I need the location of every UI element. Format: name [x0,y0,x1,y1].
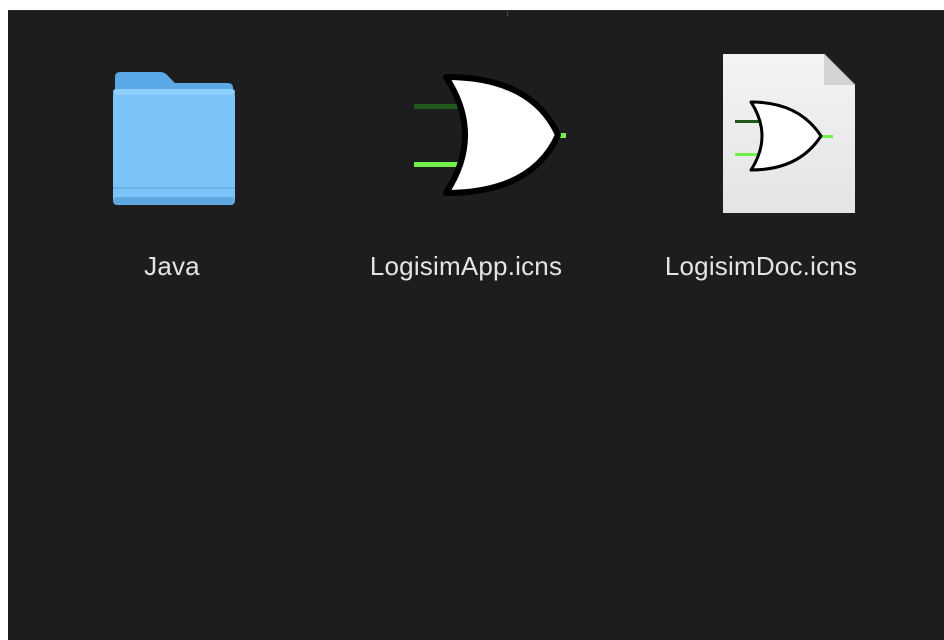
file-name-label: LogisimApp.icns [369,251,563,281]
folder-icon [72,47,272,227]
file-item-logisimdoc[interactable]: LogisimDoc.icns [621,47,901,307]
file-name-label: LogisimDoc.icns [664,251,858,281]
file-name-label: Java [144,251,200,281]
file-item-java[interactable]: Java [32,47,312,307]
document-or-gate-icon [661,47,861,227]
window: Java LogisimApp.icns LogisimDoc.icns [0,0,944,640]
or-gate-icon [366,47,566,227]
file-item-logisimapp[interactable]: LogisimApp.icns [326,47,606,307]
finder-icon-view[interactable]: Java LogisimApp.icns LogisimDoc.icns [8,10,944,640]
column-divider [507,11,508,16]
